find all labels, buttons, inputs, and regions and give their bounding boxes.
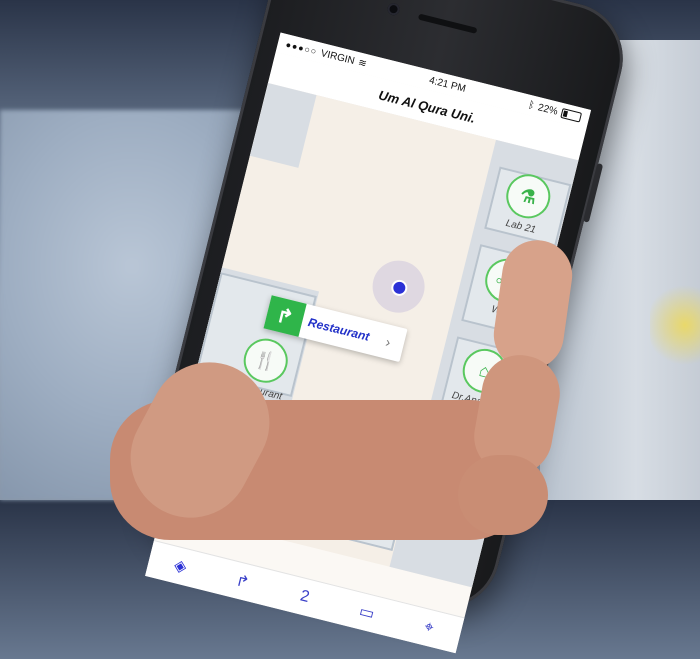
tab-map[interactable]: ▭ [345, 598, 389, 627]
corridor-top [249, 82, 317, 168]
signal-dots: ●●●○○ [284, 39, 319, 57]
location-pin-icon: ⌖ [422, 618, 436, 637]
tab-pin[interactable]: ⌖ [407, 615, 450, 642]
bluetooth-icon: ᛒ [527, 99, 536, 112]
battery-icon [560, 108, 583, 123]
tab-compass[interactable]: ◈ [159, 552, 203, 581]
wifi-icon: ≋ [356, 56, 368, 70]
callout-label: Restaurant [306, 315, 371, 344]
earpiece [417, 13, 478, 34]
chevron-right-icon: › [384, 333, 393, 351]
background-yellow-glow [650, 280, 700, 370]
floor-2-icon: 2 [298, 587, 312, 606]
hand-finger-3 [458, 455, 548, 535]
tab-floor[interactable]: 2 [283, 584, 326, 611]
route-icon: ↱ [233, 572, 252, 593]
map-icon: ▭ [357, 603, 377, 624]
front-camera [386, 1, 401, 17]
battery-percent: 22% [536, 101, 559, 118]
tab-directions[interactable]: ↱ [221, 567, 265, 596]
navigation-icon: ◈ [172, 556, 189, 577]
lab-flask-icon: ⚗ [501, 169, 555, 223]
